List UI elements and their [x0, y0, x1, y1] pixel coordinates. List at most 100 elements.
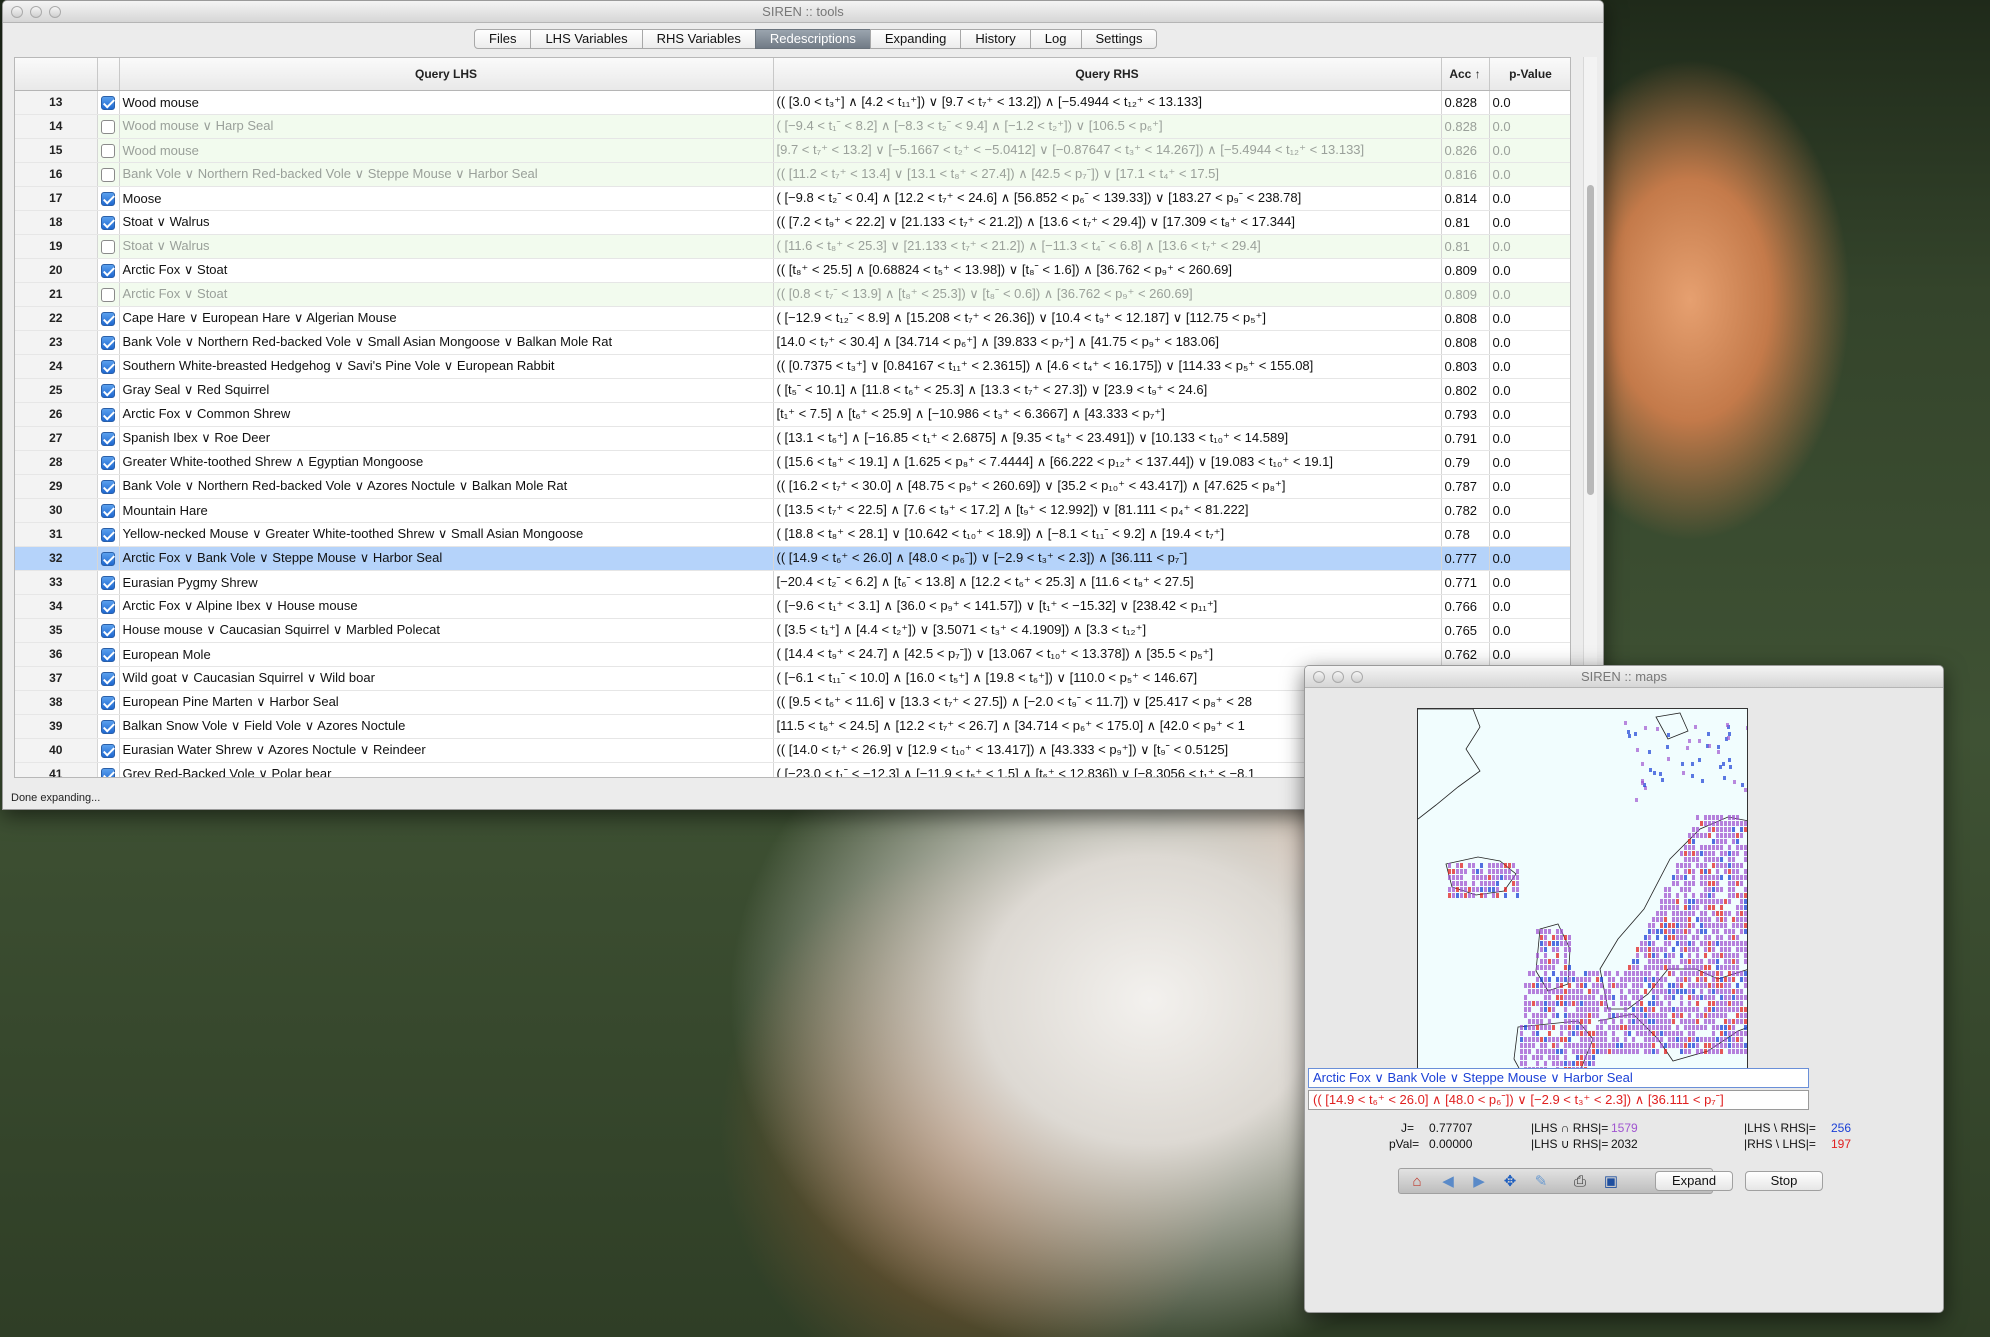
- tab-history[interactable]: History: [960, 29, 1031, 49]
- tab-expanding[interactable]: Expanding: [869, 29, 962, 49]
- row-check-cell[interactable]: [97, 282, 120, 307]
- row-check-cell[interactable]: [97, 234, 120, 259]
- enabled-checkbox[interactable]: [101, 503, 115, 518]
- table-row[interactable]: 19 Stoat ∨ Walrus( [11.6 < t₈⁺ < 25.3] ∨ …: [15, 234, 1570, 259]
- enabled-checkbox[interactable]: [101, 623, 115, 638]
- enabled-checkbox[interactable]: [101, 479, 115, 494]
- europe-map[interactable]: [1417, 708, 1748, 1087]
- row-check-cell[interactable]: [97, 138, 120, 163]
- print-icon[interactable]: ⎙: [1570, 1172, 1590, 1192]
- table-row[interactable]: 25 Gray Seal ∨ Red Squirrel( [t₅ˉ < 10.1]…: [15, 378, 1570, 403]
- enabled-checkbox[interactable]: [101, 239, 115, 254]
- row-check-cell[interactable]: [97, 114, 120, 139]
- column-header-query-lhs[interactable]: Query LHS: [119, 58, 774, 91]
- enabled-checkbox[interactable]: [101, 191, 115, 206]
- row-check-cell[interactable]: [97, 162, 120, 187]
- row-check-cell[interactable]: [97, 690, 120, 715]
- row-check-cell[interactable]: [97, 642, 120, 667]
- row-check-cell[interactable]: [97, 546, 120, 571]
- row-check-cell[interactable]: [97, 258, 120, 283]
- table-row[interactable]: 30 Mountain Hare( [13.5 < t₇⁺ < 22.5] ∧ […: [15, 498, 1570, 523]
- column-header-number[interactable]: [15, 58, 98, 91]
- enabled-checkbox[interactable]: [101, 575, 115, 590]
- row-check-cell[interactable]: [97, 378, 120, 403]
- back-icon[interactable]: ◀: [1438, 1172, 1458, 1192]
- enabled-checkbox[interactable]: [101, 719, 115, 734]
- table-row[interactable]: 29 Bank Vole ∨ Northern Red-backed Vole ∨…: [15, 474, 1570, 499]
- scrollbar-thumb[interactable]: [1587, 185, 1594, 495]
- tab-settings[interactable]: Settings: [1080, 29, 1158, 49]
- table-row[interactable]: 26 Arctic Fox ∨ Common Shrew [t₁⁺ < 7.5] ∧…: [15, 402, 1570, 427]
- row-check-cell[interactable]: [97, 618, 120, 643]
- row-check-cell[interactable]: [97, 666, 120, 691]
- table-row[interactable]: 33 Eurasian Pygmy Shrew [−20.4 < t₂ˉ < 6.2…: [15, 570, 1570, 595]
- configure-icon[interactable]: ✎: [1531, 1172, 1551, 1192]
- column-header-query-rhs[interactable]: Query RHS: [773, 58, 1442, 91]
- row-check-cell[interactable]: [97, 354, 120, 379]
- table-row[interactable]: 35 House mouse ∨ Caucasian Squirrel ∨ Mar…: [15, 618, 1570, 643]
- enabled-checkbox[interactable]: [101, 767, 115, 777]
- column-header-acc[interactable]: Acc ↑: [1441, 58, 1490, 91]
- enabled-checkbox[interactable]: [101, 95, 115, 110]
- table-row[interactable]: 31 Yellow-necked Mouse ∨ Greater White-to…: [15, 522, 1570, 547]
- table-row[interactable]: 32 Arctic Fox ∨ Bank Vole ∨ Steppe Mouse …: [15, 546, 1570, 571]
- table-row[interactable]: 17 Moose( [−9.8 < t₂ˉ < 0.4] ∧ [12.2 < t₇…: [15, 186, 1570, 211]
- enabled-checkbox[interactable]: [101, 455, 115, 470]
- row-check-cell[interactable]: [97, 426, 120, 451]
- row-check-cell[interactable]: [97, 522, 120, 547]
- enabled-checkbox[interactable]: [101, 695, 115, 710]
- table-row[interactable]: 21 Arctic Fox ∨ Stoat(( [0.8 < t₇ˉ < 13.9…: [15, 282, 1570, 307]
- row-check-cell[interactable]: [97, 330, 120, 355]
- enabled-checkbox[interactable]: [101, 407, 115, 422]
- row-check-cell[interactable]: [97, 474, 120, 499]
- minimize-window-button[interactable]: [1332, 671, 1344, 683]
- table-row[interactable]: 20 Arctic Fox ∨ Stoat(( [t₈⁺ < 25.5] ∧ [0…: [15, 258, 1570, 283]
- row-check-cell[interactable]: [97, 570, 120, 595]
- table-row[interactable]: 27 Spanish Ibex ∨ Roe Deer( [13.1 < t₆⁺] …: [15, 426, 1570, 451]
- column-header-enabled[interactable]: [97, 58, 120, 91]
- close-window-button[interactable]: [1313, 671, 1325, 683]
- row-check-cell[interactable]: [97, 594, 120, 619]
- table-row[interactable]: 15 Wood mouse [9.7 < t₇⁺ < 13.2] ∨ [−5.166…: [15, 138, 1570, 163]
- table-row[interactable]: 14 Wood mouse ∨ Harp Seal( [−9.4 < t₁ˉ < …: [15, 114, 1570, 139]
- enabled-checkbox[interactable]: [101, 119, 115, 134]
- enabled-checkbox[interactable]: [101, 143, 115, 158]
- column-header-pvalue[interactable]: p-Value: [1489, 58, 1570, 91]
- zoom-window-button[interactable]: [1351, 671, 1363, 683]
- row-check-cell[interactable]: [97, 186, 120, 211]
- stop-button[interactable]: Stop: [1745, 1171, 1823, 1191]
- enabled-checkbox[interactable]: [101, 167, 115, 182]
- expand-button[interactable]: Expand: [1655, 1171, 1733, 1191]
- forward-icon[interactable]: ▶: [1469, 1172, 1489, 1192]
- enabled-checkbox[interactable]: [101, 527, 115, 542]
- table-row[interactable]: 24 Southern White-breasted Hedgehog ∨ Sav…: [15, 354, 1570, 379]
- table-row[interactable]: 28 Greater White-toothed Shrew ∧ Egyptian…: [15, 450, 1570, 475]
- home-icon[interactable]: ⌂: [1407, 1172, 1427, 1192]
- minimize-window-button[interactable]: [30, 6, 42, 18]
- table-row[interactable]: 16 Bank Vole ∨ Northern Red-backed Vole ∨…: [15, 162, 1570, 187]
- table-row[interactable]: 18 Stoat ∨ Walrus(( [7.2 < t₉⁺ < 22.2] ∨ …: [15, 210, 1570, 235]
- row-check-cell[interactable]: [97, 306, 120, 331]
- tab-lhs-variables[interactable]: LHS Variables: [530, 29, 643, 49]
- enabled-checkbox[interactable]: [101, 263, 115, 278]
- enabled-checkbox[interactable]: [101, 335, 115, 350]
- row-check-cell[interactable]: [97, 90, 120, 115]
- row-check-cell[interactable]: [97, 714, 120, 739]
- tab-files[interactable]: Files: [474, 29, 532, 49]
- row-check-cell[interactable]: [97, 738, 120, 763]
- row-check-cell[interactable]: [97, 762, 120, 777]
- save-icon[interactable]: ▣: [1601, 1172, 1621, 1192]
- enabled-checkbox[interactable]: [101, 311, 115, 326]
- table-row[interactable]: 34 Arctic Fox ∨ Alpine Ibex ∨ House mouse…: [15, 594, 1570, 619]
- row-check-cell[interactable]: [97, 210, 120, 235]
- lhs-query-field[interactable]: Arctic Fox ∨ Bank Vole ∨ Steppe Mouse ∨ …: [1308, 1068, 1809, 1088]
- enabled-checkbox[interactable]: [101, 647, 115, 662]
- enabled-checkbox[interactable]: [101, 551, 115, 566]
- enabled-checkbox[interactable]: [101, 599, 115, 614]
- table-row[interactable]: 36 European Mole( [14.4 < t₉⁺ < 24.7] ∧ […: [15, 642, 1570, 667]
- tab-log[interactable]: Log: [1029, 29, 1082, 49]
- table-row[interactable]: 23 Bank Vole ∨ Northern Red-backed Vole ∨…: [15, 330, 1570, 355]
- rhs-query-field[interactable]: (( [14.9 < t₆⁺ < 26.0] ∧ [48.0 < p₆ˉ]) ∨…: [1308, 1090, 1809, 1110]
- row-check-cell[interactable]: [97, 450, 120, 475]
- tab-redescriptions[interactable]: Redescriptions: [754, 29, 871, 49]
